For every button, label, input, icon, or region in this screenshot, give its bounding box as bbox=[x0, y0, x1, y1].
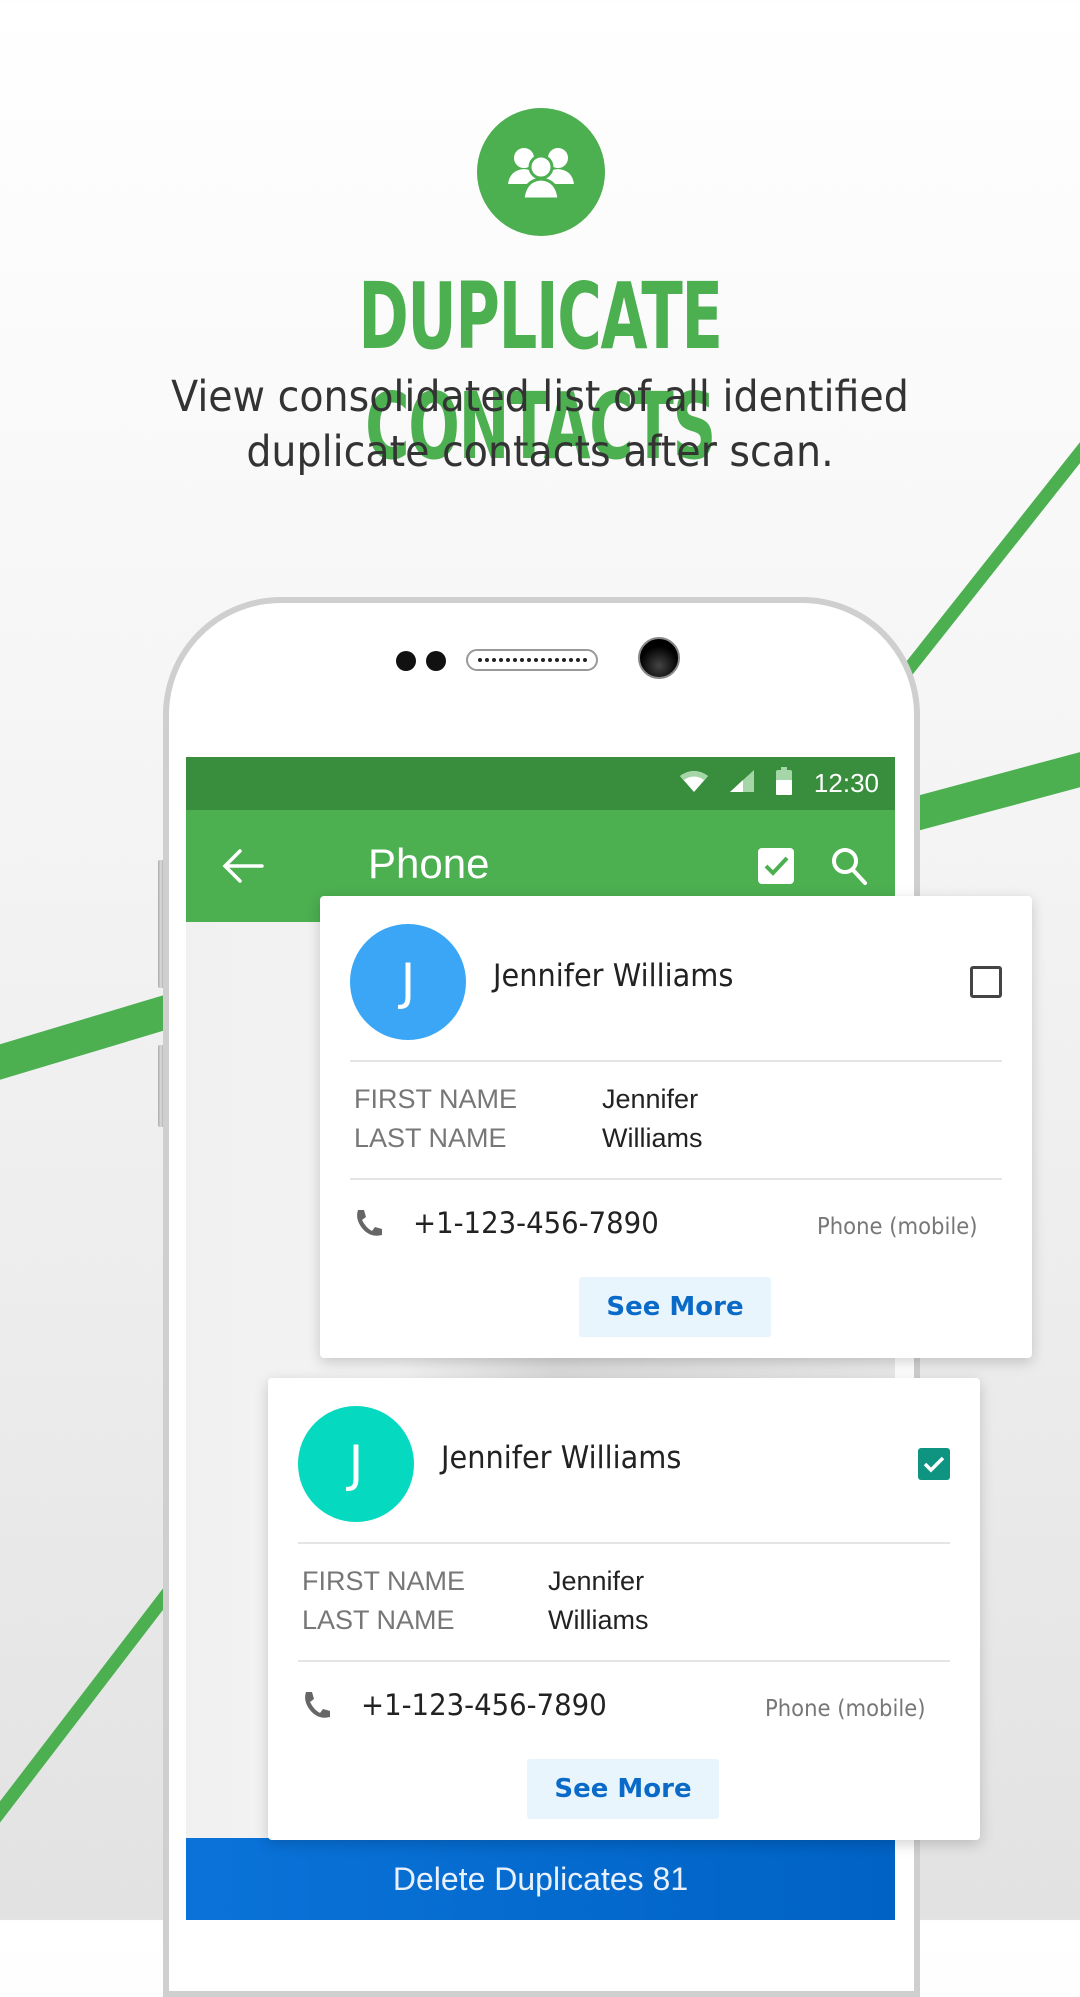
bg-line-right-mid bbox=[895, 752, 1080, 835]
subtitle-line-1: View consolidated list of all identified bbox=[171, 372, 909, 422]
checkbox-checked-icon[interactable] bbox=[758, 848, 794, 889]
phone-speaker bbox=[466, 649, 598, 671]
status-time: 12:30 bbox=[813, 768, 879, 798]
last-name-label: LAST NAME bbox=[354, 1123, 507, 1153]
contact-card: J Jennifer Williams FIRST NAME Jennifer … bbox=[268, 1378, 980, 1840]
see-more-button[interactable]: See More bbox=[579, 1277, 771, 1337]
contact-name: Jennifer Williams bbox=[493, 958, 734, 994]
phone-sensor bbox=[396, 651, 416, 671]
delete-duplicates-button[interactable]: Delete Duplicates 81 bbox=[186, 1838, 895, 1920]
signal-icon bbox=[729, 770, 754, 797]
wifi-icon bbox=[679, 770, 708, 797]
first-name-value: Jennifer bbox=[602, 1084, 699, 1114]
divider bbox=[298, 1660, 950, 1662]
divider bbox=[350, 1060, 1002, 1062]
first-name-value: Jennifer bbox=[548, 1566, 645, 1596]
bg-line-lower-left bbox=[0, 1586, 176, 1823]
avatar: J bbox=[350, 924, 466, 1040]
status-bar: 12:30 bbox=[186, 757, 895, 810]
phone-number: +1-123-456-7890 bbox=[413, 1206, 659, 1240]
phone-icon bbox=[302, 1690, 332, 1725]
phone-sensor bbox=[426, 651, 446, 671]
subtitle-line-2: duplicate contacts after scan. bbox=[246, 427, 834, 477]
bg-line-left-mid bbox=[0, 994, 175, 1080]
contact-checkbox[interactable] bbox=[970, 966, 1002, 998]
contact-card: J Jennifer Williams FIRST NAME Jennifer … bbox=[320, 896, 1032, 1358]
contact-name: Jennifer Williams bbox=[441, 1440, 682, 1476]
arrow-left-icon[interactable] bbox=[222, 848, 264, 889]
first-name-label: FIRST NAME bbox=[354, 1084, 518, 1114]
phone-number: +1-123-456-7890 bbox=[361, 1688, 607, 1722]
divider bbox=[298, 1542, 950, 1544]
phone-type: Phone (mobile) bbox=[817, 1214, 978, 1240]
search-icon[interactable] bbox=[830, 846, 868, 891]
last-name-value: Williams bbox=[602, 1123, 703, 1153]
phone-type: Phone (mobile) bbox=[765, 1696, 926, 1722]
last-name-value: Williams bbox=[548, 1605, 649, 1635]
group-people-icon bbox=[477, 108, 605, 236]
page-subtitle: View consolidated list of all identified… bbox=[43, 370, 1037, 480]
contact-checkbox[interactable] bbox=[918, 1448, 950, 1480]
avatar: J bbox=[298, 1406, 414, 1522]
last-name-label: LAST NAME bbox=[302, 1605, 455, 1635]
divider bbox=[350, 1178, 1002, 1180]
phone-icon bbox=[354, 1208, 384, 1243]
checkmark-icon bbox=[923, 1456, 945, 1473]
phone-front-camera bbox=[638, 637, 680, 679]
first-name-label: FIRST NAME bbox=[302, 1566, 466, 1596]
see-more-button[interactable]: See More bbox=[527, 1759, 719, 1819]
toolbar-title: Phone bbox=[368, 840, 490, 887]
battery-icon bbox=[775, 767, 792, 800]
